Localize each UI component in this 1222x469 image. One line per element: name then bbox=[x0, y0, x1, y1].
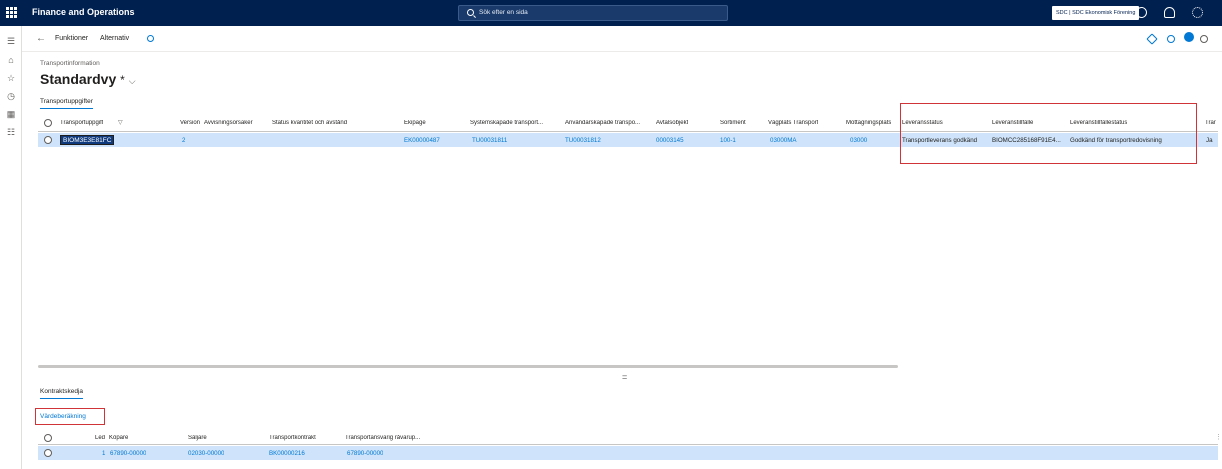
chat-badge-icon[interactable] bbox=[1184, 32, 1194, 42]
office-icon[interactable] bbox=[1167, 35, 1175, 43]
filter-icon[interactable]: ▽ bbox=[118, 119, 123, 126]
user-transport-cell[interactable]: TU00031812 bbox=[565, 137, 601, 144]
column-header[interactable]: Mottagningsplats bbox=[846, 120, 891, 126]
search-icon bbox=[467, 9, 474, 16]
table-row[interactable]: 1 67890-00000 02030-00000 BK00000216 678… bbox=[38, 446, 1218, 460]
ansvarig-cell[interactable]: 67890-00000 bbox=[347, 450, 383, 457]
vagplats-cell[interactable]: 03000MA bbox=[770, 137, 797, 144]
column-header[interactable]: Ekipage bbox=[404, 120, 426, 126]
saljare-cell[interactable]: 02030-00000 bbox=[188, 450, 224, 457]
column-header[interactable]: Status kvantitet och avstånd bbox=[272, 120, 347, 126]
settings-gear-icon[interactable] bbox=[1192, 7, 1203, 18]
column-header[interactable]: Vägplats Transport bbox=[768, 120, 818, 126]
favorites-star-icon[interactable]: ☆ bbox=[6, 73, 16, 83]
column-header[interactable]: Säljare bbox=[188, 435, 207, 441]
select-all-radio[interactable] bbox=[44, 119, 52, 127]
app-title[interactable]: Finance and Operations bbox=[32, 7, 135, 17]
column-header[interactable]: Systemskapade transport... bbox=[470, 120, 562, 126]
tab-kontraktskedja[interactable]: Kontraktskedja bbox=[40, 388, 83, 399]
column-header[interactable]: Transportkontrakt bbox=[269, 435, 316, 441]
horizontal-scrollbar[interactable] bbox=[38, 365, 898, 368]
column-header[interactable]: Sortiment bbox=[720, 120, 746, 126]
column-header[interactable]: Trar bbox=[1205, 120, 1218, 126]
diamond-icon[interactable] bbox=[1146, 33, 1158, 45]
trar-cell: Ja bbox=[1206, 137, 1213, 144]
functions-menu-button[interactable]: Funktioner bbox=[55, 35, 88, 42]
modules-list-icon[interactable]: ☷ bbox=[6, 127, 16, 137]
row-select-radio[interactable] bbox=[44, 449, 52, 457]
action-pane: ← Funktioner Alternativ bbox=[22, 26, 1222, 52]
action-search-icon[interactable] bbox=[147, 35, 154, 42]
app-launcher-icon[interactable] bbox=[6, 7, 17, 18]
tab-transportuppgifter[interactable]: Transportuppgifter bbox=[40, 98, 93, 109]
contract-chain-grid-header: Led Köpare Säljare Transportkontrakt Tra… bbox=[38, 432, 1218, 445]
copilot-icon[interactable] bbox=[1136, 7, 1147, 18]
kopare-cell[interactable]: 67890-00000 bbox=[110, 450, 146, 457]
version-cell: 2 bbox=[182, 137, 186, 144]
column-header[interactable]: Avtalsobjekt bbox=[656, 120, 688, 126]
sortiment-cell[interactable]: 100-1 bbox=[720, 137, 736, 144]
notifications-icon[interactable] bbox=[1164, 7, 1175, 18]
column-header[interactable]: Transportuppgift bbox=[60, 120, 103, 126]
home-icon[interactable]: ⌂ bbox=[6, 55, 16, 65]
column-header[interactable]: Version bbox=[180, 120, 200, 126]
workspaces-icon[interactable]: ▦ bbox=[6, 109, 16, 119]
kontrakt-cell[interactable]: BK00000216 bbox=[269, 450, 305, 457]
column-header[interactable]: Led bbox=[95, 435, 105, 441]
view-modified-marker: * bbox=[120, 73, 125, 87]
recent-clock-icon[interactable]: ◷ bbox=[6, 91, 16, 101]
company-picker[interactable]: SDC | SDC Ekonomisk Förening bbox=[1052, 6, 1140, 20]
system-transport-cell[interactable]: TU00031811 bbox=[472, 137, 507, 144]
back-arrow-icon[interactable]: ← bbox=[36, 33, 46, 44]
breadcrumb: Transportinformation bbox=[40, 60, 100, 67]
select-all-radio[interactable] bbox=[44, 434, 52, 442]
column-resize-grip[interactable]: ⋮ bbox=[1215, 433, 1222, 441]
ekipage-cell[interactable]: EK00000487 bbox=[404, 137, 440, 144]
column-header[interactable]: Köpare bbox=[109, 435, 128, 441]
mottagningsplats-cell[interactable]: 03000 bbox=[850, 137, 867, 144]
options-menu-button[interactable]: Alternativ bbox=[100, 35, 129, 42]
highlight-box-delivery-columns bbox=[900, 103, 1197, 164]
chevron-down-icon: ⌵ bbox=[128, 76, 136, 86]
pane-splitter-handle[interactable]: = bbox=[622, 372, 627, 382]
navigation-rail: ☰ ⌂ ☆ ◷ ▦ ☷ bbox=[0, 26, 22, 469]
page-title: Standardvy bbox=[40, 71, 117, 87]
view-selector[interactable]: Standardvy * ⌵ bbox=[40, 71, 136, 87]
row-select-radio[interactable] bbox=[44, 136, 52, 144]
page-search-input[interactable]: Sök efter en sida bbox=[458, 5, 728, 21]
column-header[interactable]: Transportansvarig råvarup... bbox=[345, 435, 425, 441]
column-header[interactable]: Användarskapade transpo... bbox=[565, 120, 652, 126]
transport-task-id[interactable]: BIOM3E3E81FC bbox=[60, 135, 115, 145]
led-cell: 1 bbox=[102, 450, 106, 457]
column-header[interactable]: Avvisningsorsaker bbox=[204, 120, 253, 126]
refresh-icon[interactable] bbox=[1200, 35, 1208, 43]
highlight-box-value-tab bbox=[35, 408, 105, 425]
avtalsobjekt-cell[interactable]: 00003145 bbox=[656, 137, 684, 144]
search-placeholder: Sök efter en sida bbox=[479, 9, 528, 16]
top-navigation-bar: Finance and Operations Sök efter en sida… bbox=[0, 0, 1222, 26]
hamburger-menu-icon[interactable]: ☰ bbox=[6, 36, 16, 46]
